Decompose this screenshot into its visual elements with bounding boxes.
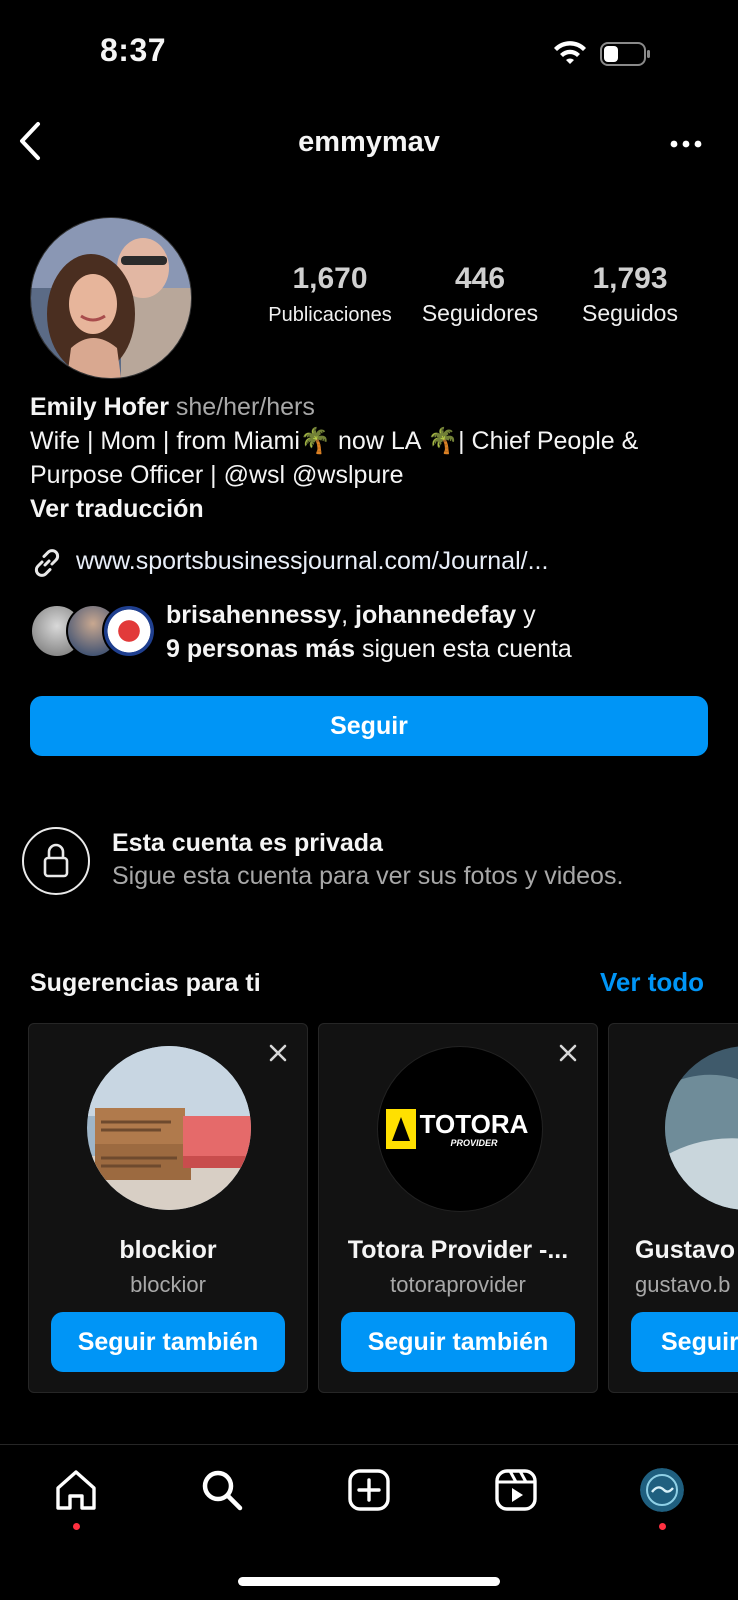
suggestion-photo	[87, 1046, 251, 1210]
profile-link[interactable]: www.sportsbusinessjournal.com/Journal/..…	[76, 547, 548, 576]
see-translation-link[interactable]: Ver traducción	[30, 492, 720, 526]
suggestion-avatar[interactable]	[87, 1046, 251, 1210]
create-icon[interactable]	[345, 1466, 393, 1514]
stat-following-label: Seguidos	[582, 300, 678, 326]
suggestion-name[interactable]: Gustavo	[635, 1236, 735, 1265]
profile-photo	[31, 218, 191, 378]
stat-followers-label: Seguidores	[421, 300, 539, 326]
suggestion-card-gustavo[interactable]: Gustavo gustavo.b Seguir	[608, 1023, 738, 1393]
page-title: emmymav	[298, 126, 440, 158]
suggestion-name[interactable]: Totora Provider -...	[319, 1236, 597, 1265]
home-icon[interactable]	[52, 1466, 100, 1514]
link-icon	[34, 549, 60, 577]
mutual-followers-avatars[interactable]	[30, 604, 160, 658]
follow-button[interactable]: Seguir	[631, 1312, 738, 1372]
status-time: 8:37	[100, 32, 167, 68]
stat-followers-value: 446	[454, 262, 506, 295]
private-account-title: Esta cuenta es privada	[112, 829, 383, 857]
see-all-link[interactable]: Ver todo	[600, 967, 704, 998]
suggestion-avatar[interactable]: TOTORA PROVIDER	[377, 1046, 543, 1212]
profile-bio: Emily Hofer she/her/hers Wife | Mom | fr…	[30, 390, 720, 526]
mutual-user-2[interactable]: johannedefay	[355, 601, 516, 629]
more-options-icon[interactable]	[668, 130, 704, 158]
dismiss-icon[interactable]	[555, 1040, 581, 1066]
home-notification-dot	[73, 1523, 80, 1530]
stat-following-value: 1,793	[592, 262, 668, 295]
mutual-more[interactable]: 9 personas más	[166, 635, 355, 663]
mutual-suffix: siguen esta cuenta	[355, 635, 572, 663]
profile-tab-avatar[interactable]	[640, 1468, 684, 1512]
dismiss-icon[interactable]	[265, 1040, 291, 1066]
follow-button[interactable]: Seguir	[30, 696, 708, 756]
stat-posts-value: 1,670	[292, 262, 368, 295]
profile-name: Emily Hofer	[30, 393, 169, 421]
stat-followers[interactable]: 446 Seguidores	[410, 262, 550, 327]
profile-notification-dot	[659, 1523, 666, 1530]
follow-back-button[interactable]: Seguir también	[51, 1312, 285, 1372]
suggestion-card-blockior[interactable]: blockior blockior Seguir también	[28, 1023, 308, 1393]
mutual-and: y	[516, 601, 536, 629]
suggestion-name[interactable]: blockior	[29, 1236, 307, 1265]
mutual-user-1[interactable]: brisahennessy	[166, 601, 341, 629]
suggestion-handle: gustavo.b	[635, 1272, 731, 1297]
mutual-followers-text[interactable]: brisahennessy, johannedefay y 9 personas…	[166, 598, 572, 666]
totora-logo-text: TOTORA	[420, 1109, 529, 1139]
suggestion-card-totora[interactable]: TOTORA PROVIDER Totora Provider -... tot…	[318, 1023, 598, 1393]
totora-logo-subtext: PROVIDER	[450, 1138, 498, 1148]
stat-posts-label: Publicaciones	[268, 304, 392, 326]
totora-logo: TOTORA PROVIDER	[386, 1109, 534, 1149]
lock-icon	[43, 843, 69, 878]
follow-back-button[interactable]: Seguir también	[341, 1312, 575, 1372]
suggestion-handle: totoraprovider	[390, 1272, 526, 1297]
lock-icon-container	[22, 827, 90, 895]
private-account-subtitle: Sigue esta cuenta para ver sus fotos y v…	[112, 862, 624, 890]
tabbar-divider	[0, 1444, 738, 1445]
mutual-avatar-3	[102, 604, 156, 658]
profile-avatar[interactable]	[30, 217, 192, 379]
suggestions-title: Sugerencias para ti	[30, 969, 261, 997]
search-icon[interactable]	[198, 1466, 246, 1514]
profile-tab-logo	[640, 1468, 684, 1512]
wifi-icon	[554, 41, 586, 64]
reels-icon[interactable]	[492, 1466, 540, 1514]
profile-pronouns: she/her/hers	[175, 393, 315, 421]
battery-icon	[600, 42, 650, 66]
home-indicator	[238, 1577, 500, 1586]
bio-line-1: Wife | Mom | from Miami🌴 now LA 🌴| Chief…	[30, 427, 639, 455]
suggestion-avatar[interactable]	[665, 1046, 738, 1210]
mutual-separator: ,	[341, 601, 355, 629]
bio-line-2: Purpose Officer | @wsl @wslpure	[30, 461, 404, 489]
stat-following[interactable]: 1,793 Seguidos	[560, 262, 700, 327]
suggestion-photo	[665, 1046, 738, 1210]
suggestion-handle: blockior	[130, 1272, 206, 1297]
stat-posts[interactable]: 1,670 Publicaciones	[260, 262, 400, 327]
